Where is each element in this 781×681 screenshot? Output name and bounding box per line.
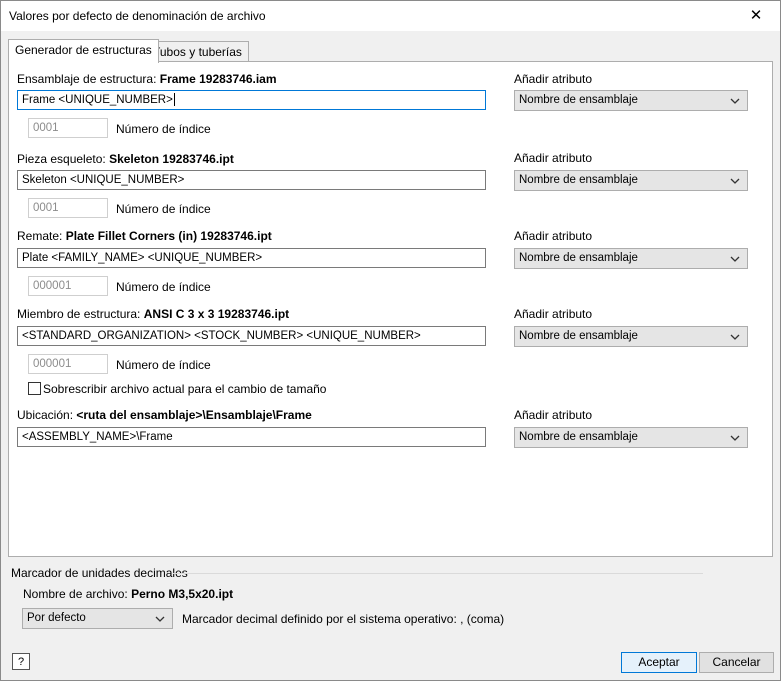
index-number-label: Número de índice: [116, 358, 211, 372]
os-decimal-marker-text: Marcador decimal definido por el sistema…: [182, 612, 505, 626]
title-bar: Valores por defecto de denominación de a…: [1, 1, 780, 31]
dialog-title: Valores por defecto de denominación de a…: [9, 9, 266, 23]
structure-assembly-index-input[interactable]: 0001: [28, 118, 108, 138]
decimal-filename-label: Nombre de archivo: Perno M3,5x20.ipt: [23, 587, 234, 601]
file-naming-defaults-dialog: Valores por defecto de denominación de a…: [0, 0, 781, 681]
cancel-button[interactable]: Cancelar: [699, 652, 774, 673]
structure-assembly-input[interactable]: Frame <UNIQUE_NUMBER>: [17, 90, 486, 110]
tab-tube-and-pipe[interactable]: Tubos y tuberías: [146, 41, 249, 63]
chevron-down-icon: [730, 178, 740, 184]
frame-member-attribute-select[interactable]: Nombre de ensamblaje: [514, 326, 748, 347]
index-number-label: Número de índice: [116, 280, 211, 294]
add-attribute-label: Añadir atributo: [514, 72, 593, 86]
skeleton-part-index-input[interactable]: 0001: [28, 198, 108, 218]
add-attribute-label: Añadir atributo: [514, 151, 593, 165]
tab-label: Generador de estructuras: [15, 43, 152, 57]
skeleton-part-attribute-select[interactable]: Nombre de ensamblaje: [514, 170, 748, 191]
structure-assembly-label: Ensamblaje de estructura: Frame 19283746…: [17, 72, 277, 86]
overwrite-file-label: Sobrescribir archivo actual para el camb…: [43, 382, 327, 396]
tab-label: Tubos y tuberías: [153, 45, 242, 59]
end-treatment-input[interactable]: Plate <FAMILY_NAME> <UNIQUE_NUMBER>: [17, 248, 486, 268]
index-number-label: Número de índice: [116, 122, 211, 136]
accept-button[interactable]: Aceptar: [621, 652, 697, 673]
location-label: Ubicación: <ruta del ensamblaje>\Ensambl…: [17, 408, 312, 422]
end-treatment-attribute-select[interactable]: Nombre de ensamblaje: [514, 248, 748, 269]
structure-assembly-attribute-select[interactable]: Nombre de ensamblaje: [514, 90, 748, 111]
location-input[interactable]: <ASSEMBLY_NAME>\Frame: [17, 427, 486, 447]
index-number-label: Número de índice: [116, 202, 211, 216]
add-attribute-label: Añadir atributo: [514, 229, 593, 243]
help-icon[interactable]: ?: [12, 653, 30, 670]
frame-member-index-input[interactable]: 000001: [28, 354, 108, 374]
add-attribute-label: Añadir atributo: [514, 307, 593, 321]
decimal-marker-select[interactable]: Por defecto: [22, 608, 173, 629]
chevron-down-icon: [730, 334, 740, 340]
end-treatment-label: Remate: Plate Fillet Corners (in) 192837…: [17, 229, 272, 243]
chevron-down-icon: [730, 435, 740, 441]
end-treatment-index-input[interactable]: 000001: [28, 276, 108, 296]
chevron-down-icon: [730, 98, 740, 104]
close-icon[interactable]: ✕: [736, 3, 776, 29]
frame-member-label: Miembro de estructura: ANSI C 3 x 3 1928…: [17, 307, 290, 321]
add-attribute-label: Añadir atributo: [514, 408, 593, 422]
location-attribute-select[interactable]: Nombre de ensamblaje: [514, 427, 748, 448]
skeleton-part-label: Pieza esqueleto: Skeleton 19283746.ipt: [17, 152, 234, 166]
skeleton-part-input[interactable]: Skeleton <UNIQUE_NUMBER>: [17, 170, 486, 190]
text-caret: [173, 93, 175, 107]
chevron-down-icon: [730, 256, 740, 262]
frame-member-input[interactable]: <STANDARD_ORGANIZATION> <STOCK_NUMBER> <…: [17, 326, 486, 346]
decimal-marker-group-title: Marcador de unidades decimales: [11, 566, 188, 580]
overwrite-file-checkbox[interactable]: [28, 382, 41, 395]
chevron-down-icon: [155, 616, 165, 622]
group-divider: [173, 573, 703, 574]
tab-frame-generator[interactable]: Generador de estructuras: [8, 39, 159, 63]
